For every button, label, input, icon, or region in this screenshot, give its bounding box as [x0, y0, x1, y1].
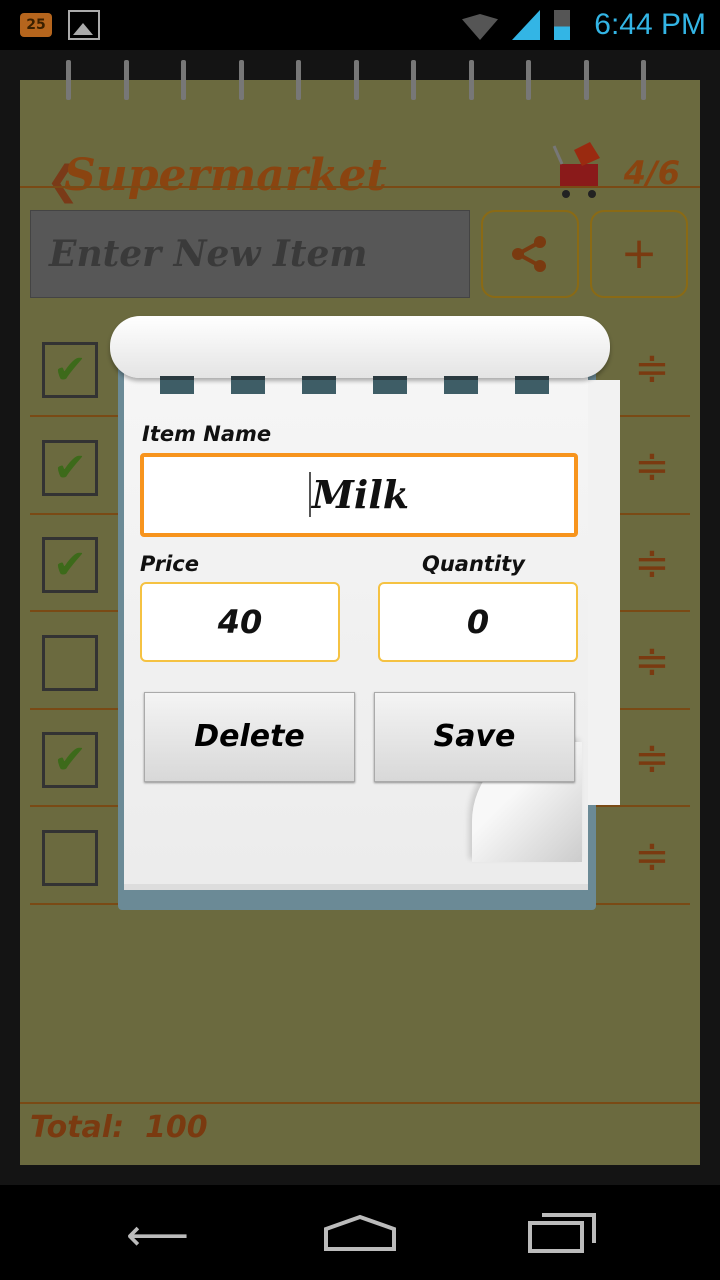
item-checkbox[interactable]: ✔	[42, 732, 98, 788]
reorder-handle-icon[interactable]: ≑	[628, 636, 676, 685]
binding-hole	[515, 376, 549, 394]
back-nav-icon[interactable]: ⟵	[126, 1210, 189, 1261]
notepad-roll	[110, 316, 610, 378]
new-item-input[interactable]: Enter New Item	[30, 210, 470, 298]
item-checkbox[interactable]: ✔	[42, 537, 98, 593]
page-title: Supermarket	[64, 150, 387, 201]
binder-ring	[411, 60, 416, 100]
item-checkbox[interactable]	[42, 829, 98, 886]
total-value: 100	[144, 1110, 208, 1145]
wifi-icon	[462, 14, 498, 40]
binding-hole	[373, 376, 407, 394]
item-name-input[interactable]: Milk	[140, 453, 578, 537]
recent-apps-icon[interactable]	[528, 1211, 598, 1255]
binding-hole	[302, 376, 336, 394]
item-checkbox[interactable]: ✔	[42, 439, 98, 496]
quantity-input[interactable]: 0	[378, 582, 578, 662]
share-icon	[512, 236, 546, 272]
share-button[interactable]	[481, 210, 579, 298]
navigation-bar: ⟵	[0, 1185, 720, 1280]
binder-ring	[353, 60, 359, 100]
binder-ring	[238, 60, 244, 100]
reorder-handle-icon[interactable]: ≑	[628, 831, 676, 880]
image-icon	[68, 10, 100, 40]
reorder-handle-icon[interactable]: ≑	[628, 441, 676, 490]
price-label: Price	[140, 552, 199, 576]
binder-ring	[123, 60, 129, 100]
shopping-cart-icon	[552, 142, 600, 198]
total: Total: 100	[30, 1110, 208, 1145]
edit-item-dialog: Item Name Milk Price Quantity 40 0 Delet…	[110, 316, 620, 910]
battery-icon	[554, 10, 570, 40]
item-checkbox[interactable]: ✔	[42, 342, 98, 398]
reorder-handle-icon[interactable]: ≑	[628, 539, 676, 587]
item-name-label: Item Name	[142, 422, 272, 446]
item-checkbox[interactable]	[42, 634, 98, 691]
save-button[interactable]: Save	[374, 692, 575, 782]
reorder-handle-icon[interactable]: ≑	[628, 734, 676, 782]
status-bar: 25 6:44 PM	[0, 0, 720, 50]
binder-ring	[296, 60, 301, 100]
binding-hole	[444, 376, 478, 394]
binder-ring	[66, 60, 71, 100]
binder-ring	[583, 60, 589, 100]
total-label: Total:	[30, 1110, 125, 1145]
binder-ring	[526, 60, 531, 100]
reorder-handle-icon[interactable]: ≑	[628, 344, 676, 392]
footer-divider	[20, 1102, 700, 1104]
clock: 6:44 PM	[594, 8, 706, 41]
signal-icon	[512, 10, 540, 40]
home-icon[interactable]	[322, 1213, 398, 1253]
notification-badge-icon: 25	[20, 13, 52, 37]
add-item-button[interactable]: +	[590, 210, 688, 298]
quantity-label: Quantity	[422, 552, 525, 576]
delete-button[interactable]: Delete	[144, 692, 355, 782]
binder-ring	[181, 60, 186, 100]
binder-ring	[468, 60, 474, 100]
item-name-value: Milk	[308, 472, 410, 517]
binder-ring	[641, 60, 646, 100]
header-divider	[20, 186, 700, 188]
binding-hole	[160, 376, 194, 394]
price-input[interactable]: 40	[140, 582, 340, 662]
binding-hole	[231, 376, 265, 394]
